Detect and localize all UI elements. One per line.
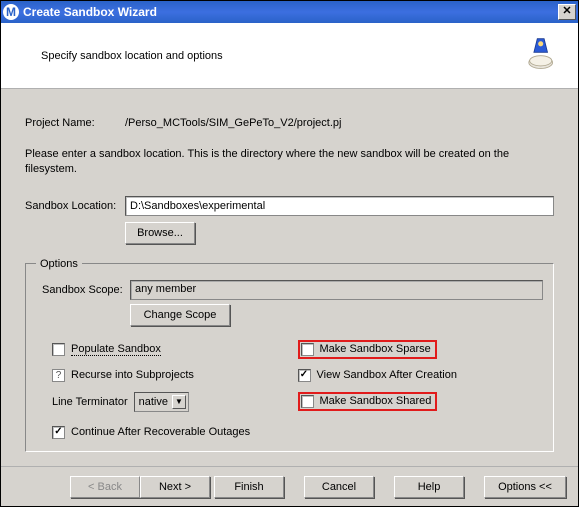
recurse-label: Recurse into Subprojects bbox=[71, 369, 194, 381]
finish-button[interactable]: Finish bbox=[214, 476, 284, 498]
project-name-value: /Perso_MCTools/SIM_GePeTo_V2/project.pj bbox=[125, 117, 554, 129]
location-label: Sandbox Location: bbox=[25, 200, 125, 212]
change-scope-button[interactable]: Change Scope bbox=[130, 304, 230, 326]
wizard-subtitle: Specify sandbox location and options bbox=[41, 50, 522, 62]
wizard-window: M Create Sandbox Wizard ✕ Specify sandbo… bbox=[0, 0, 579, 507]
continue-checkbox[interactable] bbox=[52, 426, 65, 439]
sparse-checkbox[interactable] bbox=[301, 343, 314, 356]
options-button[interactable]: Options << bbox=[484, 476, 566, 498]
location-row: Sandbox Location: bbox=[25, 196, 554, 216]
titlebar: M Create Sandbox Wizard ✕ bbox=[1, 1, 578, 23]
recurse-tristate-icon[interactable]: ? bbox=[52, 369, 65, 382]
scope-value: any member bbox=[130, 280, 543, 300]
scope-label: Sandbox Scope: bbox=[42, 284, 130, 296]
wizard-icon bbox=[522, 37, 556, 74]
line-terminator-select[interactable]: native ▼ bbox=[134, 392, 189, 412]
sparse-label: Make Sandbox Sparse bbox=[320, 343, 431, 355]
line-terminator-value: native bbox=[139, 396, 168, 408]
shared-checkbox[interactable] bbox=[301, 395, 314, 408]
scope-row: Sandbox Scope: any member bbox=[42, 280, 543, 300]
shared-label: Make Sandbox Shared bbox=[320, 395, 432, 407]
view-after-option[interactable]: View Sandbox After Creation bbox=[298, 369, 544, 382]
header-panel: Specify sandbox location and options bbox=[1, 23, 578, 89]
continue-label: Continue After Recoverable Outages bbox=[71, 426, 250, 438]
populate-sandbox-option[interactable]: Populate Sandbox bbox=[52, 340, 298, 359]
populate-label: Populate Sandbox bbox=[71, 343, 161, 356]
options-grid: Populate Sandbox Make Sandbox Sparse ? R… bbox=[52, 340, 543, 412]
body-panel: Project Name: /Perso_MCTools/SIM_GePeTo_… bbox=[1, 89, 578, 466]
populate-checkbox[interactable] bbox=[52, 343, 65, 356]
project-name-label: Project Name: bbox=[25, 117, 125, 129]
view-after-checkbox[interactable] bbox=[298, 369, 311, 382]
options-group: Options Sandbox Scope: any member Change… bbox=[25, 258, 554, 452]
window-title: Create Sandbox Wizard bbox=[23, 5, 558, 19]
chevron-down-icon[interactable]: ▼ bbox=[172, 395, 186, 409]
view-after-label: View Sandbox After Creation bbox=[317, 369, 457, 381]
project-name-row: Project Name: /Perso_MCTools/SIM_GePeTo_… bbox=[25, 117, 554, 129]
recurse-option[interactable]: ? Recurse into Subprojects bbox=[52, 369, 298, 382]
location-input[interactable] bbox=[125, 196, 554, 216]
cancel-button[interactable]: Cancel bbox=[304, 476, 374, 498]
app-icon: M bbox=[3, 4, 19, 20]
line-terminator-option: Line Terminator native ▼ bbox=[52, 392, 298, 412]
footer-panel: < Back Next > Finish Cancel Help Options… bbox=[1, 466, 578, 506]
continue-option[interactable]: Continue After Recoverable Outages bbox=[52, 426, 543, 439]
line-terminator-label: Line Terminator bbox=[52, 396, 128, 408]
close-button[interactable]: ✕ bbox=[558, 4, 576, 20]
back-button: < Back bbox=[70, 476, 140, 498]
sparse-highlight: Make Sandbox Sparse bbox=[298, 340, 437, 359]
options-legend: Options bbox=[36, 258, 82, 270]
next-button[interactable]: Next > bbox=[140, 476, 210, 498]
description-text: Please enter a sandbox location. This is… bbox=[25, 147, 554, 178]
browse-button[interactable]: Browse... bbox=[125, 222, 195, 244]
help-button[interactable]: Help bbox=[394, 476, 464, 498]
shared-highlight: Make Sandbox Shared bbox=[298, 392, 438, 411]
